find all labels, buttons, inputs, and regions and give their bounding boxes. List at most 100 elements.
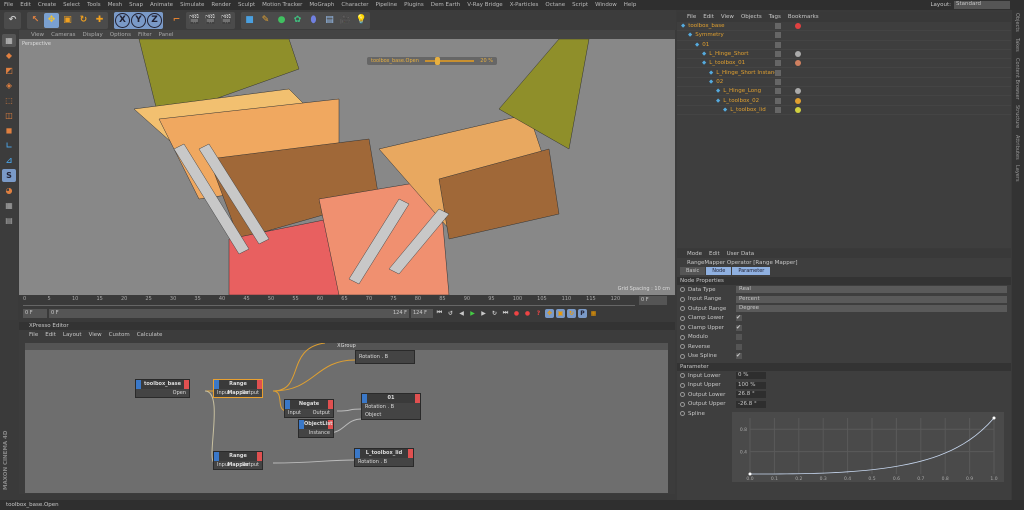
coordinate-system-icon[interactable]: ⌐	[169, 13, 184, 28]
menu-tools[interactable]: Tools	[87, 2, 101, 8]
record-icon[interactable]: ●	[512, 309, 521, 318]
snap-icon[interactable]: S	[2, 169, 16, 182]
modulo-checkbox[interactable]	[736, 334, 742, 341]
attribute-menu-user-data[interactable]: User Data	[727, 251, 754, 257]
menu-file[interactable]: File	[4, 2, 13, 8]
axis-mode-icon[interactable]: ∟	[2, 139, 16, 152]
xpresso-menu-layout[interactable]: Layout	[63, 332, 82, 338]
visibility-toggle[interactable]	[775, 60, 781, 67]
menu-v-ray-bridge[interactable]: V-Ray Bridge	[467, 2, 502, 8]
next-frame-icon[interactable]: ▶	[479, 309, 488, 318]
attribute-menu-edit[interactable]: Edit	[709, 251, 720, 257]
object-row[interactable]: ◆ toolbox_base	[677, 22, 1011, 32]
hud-track[interactable]	[424, 57, 475, 65]
points-mode-icon[interactable]: ⬚	[2, 94, 16, 107]
menu-mograph[interactable]: MoGraph	[309, 2, 334, 8]
material-tag-icon[interactable]	[795, 97, 801, 104]
key-scale-icon[interactable]: ▣	[556, 308, 565, 318]
select-icon[interactable]: ↖	[28, 13, 43, 28]
node-negate[interactable]: Negate Input Output	[284, 399, 334, 418]
visibility-toggle[interactable]	[775, 78, 781, 85]
object-row[interactable]: ◆ L_toolbox_02	[677, 96, 1011, 106]
viewport-menu-view[interactable]: View	[31, 32, 44, 38]
menu-pipeline[interactable]: Pipeline	[376, 2, 398, 8]
toolbox-model[interactable]	[19, 39, 675, 295]
object-row[interactable]: ◆ L_Hinge_Short	[677, 50, 1011, 60]
port-rotation[interactable]: Rotation . B	[359, 351, 388, 363]
xpresso-menu-custom[interactable]: Custom	[109, 332, 130, 338]
go-to-start-icon[interactable]: ⏮	[435, 309, 444, 318]
cloner-icon[interactable]: ✿	[290, 13, 305, 28]
viewport-menu-display[interactable]: Display	[83, 32, 103, 38]
frame-display[interactable]: 0 F	[639, 296, 667, 305]
floor-icon[interactable]: ▤	[322, 13, 337, 28]
menu-character[interactable]: Character	[341, 2, 368, 8]
attribute-menu-mode[interactable]: Mode	[687, 251, 702, 257]
clamp-lower-checkbox[interactable]: ✔	[736, 315, 742, 322]
node-01[interactable]: 01 Rotation . B Object	[361, 393, 421, 420]
animate-icon[interactable]	[680, 296, 685, 302]
object-name[interactable]: L_Hinge_Long	[723, 88, 761, 94]
animate-icon[interactable]	[680, 306, 685, 312]
material-tag-icon[interactable]	[795, 106, 801, 113]
input-range-dropdown[interactable]: Percent	[736, 295, 1007, 303]
menu-sculpt[interactable]: Sculpt	[238, 2, 255, 8]
visibility-toggle[interactable]	[775, 23, 781, 30]
reverse-checkbox[interactable]	[736, 343, 742, 350]
render-settings-icon[interactable]: 🎬	[219, 13, 234, 28]
animate-icon[interactable]	[680, 373, 685, 379]
viewport-menu-filter[interactable]: Filter	[138, 32, 152, 38]
menu-render[interactable]: Render	[211, 2, 231, 8]
workplane-icon[interactable]: ◈	[2, 79, 16, 92]
animate-icon[interactable]	[680, 392, 685, 398]
animate-icon[interactable]	[680, 382, 685, 388]
menu-select[interactable]: Select	[63, 2, 80, 8]
xpresso-menu-edit[interactable]: Edit	[45, 332, 56, 338]
object-name[interactable]: L_toolbox_lid	[730, 107, 765, 113]
lock-workplane-icon[interactable]: ◕	[2, 184, 16, 197]
port-output[interactable]: Output	[242, 389, 259, 397]
layers-icon[interactable]: ▤	[2, 214, 16, 227]
object-row[interactable]: ◆ Symmetry	[677, 31, 1011, 41]
object-row[interactable]: ◆ L_Hinge_Short Instance	[677, 68, 1011, 78]
output-lower-field[interactable]: 26.8 °	[736, 391, 766, 399]
visibility-toggle[interactable]	[775, 32, 781, 39]
menu-octane[interactable]: Octane	[545, 2, 565, 8]
node-range-mapper-2[interactable]: Range Mapper Input Output	[213, 451, 263, 470]
hud-slider[interactable]: toolbox_base.Open 20 %	[367, 57, 497, 65]
object-row[interactable]: ◆ 02	[677, 78, 1011, 88]
side-tab-structure[interactable]: Structure	[1014, 102, 1020, 131]
xpresso-menu-calculate[interactable]: Calculate	[137, 332, 163, 338]
port-input[interactable]: Input	[217, 461, 230, 469]
keyframe-selection-icon[interactable]: ?	[534, 309, 543, 318]
clamp-upper-checkbox[interactable]: ✔	[736, 324, 742, 331]
object-row[interactable]: ◆ L_toolbox_01	[677, 59, 1011, 69]
side-tab-content-browser[interactable]: Content Browser	[1014, 55, 1020, 103]
port-object[interactable]: Object	[365, 411, 381, 419]
port-output[interactable]: Output	[313, 409, 330, 417]
material-tag-icon[interactable]	[795, 51, 801, 58]
visibility-toggle[interactable]	[775, 51, 781, 58]
tab-node[interactable]: Node	[706, 267, 732, 275]
spline-editor[interactable]: 0.0 0.1 0.2 0.3 0.4 0.5 0.6 0.7 0.8 0.9 1.0 0.4 0.8	[732, 412, 1004, 482]
rotate-icon[interactable]: ↻	[76, 13, 91, 28]
animate-icon[interactable]	[680, 411, 685, 417]
tweak-icon[interactable]: ⊿	[2, 154, 16, 167]
render-picture-icon[interactable]: 🎬	[203, 13, 218, 28]
range-slider[interactable]: 0 F 124 F	[49, 308, 409, 318]
subdivision-icon[interactable]: ●	[274, 13, 289, 28]
use-spline-checkbox[interactable]: ✔	[736, 353, 742, 360]
animate-icon[interactable]	[680, 344, 685, 350]
go-to-end-icon[interactable]: ⏭	[501, 309, 510, 318]
object-menu-tags[interactable]: Tags	[769, 14, 781, 20]
visibility-toggle[interactable]	[775, 88, 781, 95]
tab-parameter[interactable]: Parameter	[732, 267, 771, 275]
object-name[interactable]: 02	[716, 79, 723, 85]
light-icon[interactable]: 💡	[354, 13, 369, 28]
menu-x-particles[interactable]: X-Particles	[510, 2, 539, 8]
animate-icon[interactable]	[680, 334, 685, 340]
xpresso-menu-file[interactable]: File	[29, 332, 38, 338]
node-range-mapper-1[interactable]: Range Mapper Input Output	[213, 379, 263, 398]
prev-frame-icon[interactable]: ◀	[457, 309, 466, 318]
side-tab-objects[interactable]: Objects	[1014, 10, 1020, 35]
